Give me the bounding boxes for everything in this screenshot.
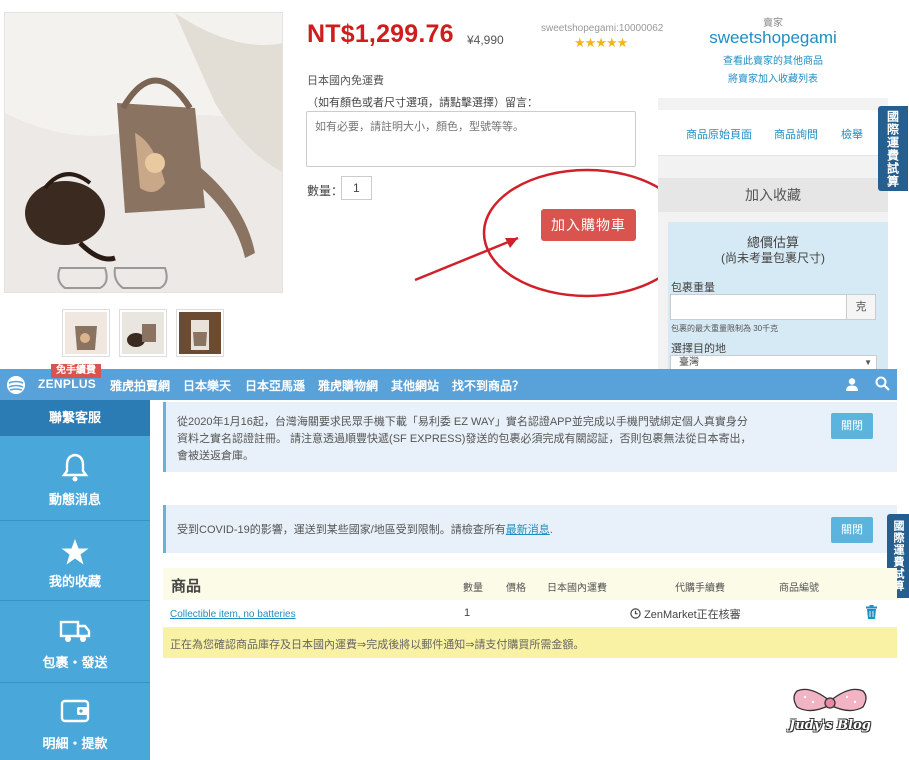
cart-item-link[interactable]: Collectible item, no batteries	[170, 609, 296, 620]
quantity-input[interactable]: 1	[341, 176, 372, 200]
quantity-label: 數量：	[307, 184, 344, 198]
sidebar-item-packages[interactable]: 包裹・發送	[0, 652, 150, 671]
clock-icon	[630, 608, 641, 619]
annotation-arrow-line	[414, 236, 519, 282]
product-thumbnail-1[interactable]	[62, 309, 110, 357]
nav-yahoo-shopping[interactable]: 雅虎購物網	[318, 377, 378, 394]
column-item-number: 商品編號	[779, 583, 819, 594]
comment-label: （如有顏色或者尺寸選項，請點擊選擇）留言：	[307, 97, 538, 109]
cart-item-status-text: ZenMarket正在核審	[644, 609, 741, 621]
comment-textarea[interactable]	[306, 111, 636, 167]
no-fee-badge: 免手續費	[51, 364, 101, 378]
trash-icon[interactable]	[865, 605, 878, 619]
star-icon	[61, 539, 89, 565]
column-quantity: 數量	[463, 583, 483, 594]
weight-unit: 克	[846, 294, 876, 320]
product-photo-image	[5, 13, 282, 292]
notice-covid-prefix: 受到COVID-19的影響，運送到某些國家/地區受到限制。請檢查所有	[177, 524, 506, 536]
thumbnail-image	[179, 312, 221, 354]
sidebar-item-news[interactable]: 動態消息	[0, 489, 150, 508]
sidebar-item-favorites[interactable]: 我的收藏	[0, 571, 150, 590]
product-thumbnail-3[interactable]	[176, 309, 224, 357]
sidebar-divider	[0, 682, 150, 683]
sidebar-divider	[0, 520, 150, 521]
chevron-down-icon: ▼	[864, 358, 872, 367]
cart-item-status: ZenMarket正在核審	[630, 606, 741, 622]
seller-rating-stars: ★★★★★	[574, 35, 628, 50]
price-main: NT$1,299.76	[307, 20, 454, 48]
price-yen: ¥4,990	[467, 33, 504, 47]
search-icon[interactable]	[875, 376, 890, 391]
seller-add-favorite-link[interactable]: 將賣家加入收藏列表	[700, 70, 846, 85]
zenplus-logo-icon[interactable]	[7, 376, 25, 394]
notice-ezway-text: 從2020年1月16起，台灣海關要求民眾手機下載「易利委 EZ WAY」實名認證…	[177, 416, 752, 462]
seller-name-link[interactable]: sweetshopegami	[700, 28, 846, 48]
column-product: 商品	[171, 578, 202, 595]
tab-product-inquiry[interactable]: 商品詢問	[774, 126, 818, 142]
blog-watermark-text: Judy's Blog	[789, 718, 871, 733]
cart-item-quantity: 1	[464, 607, 471, 619]
sidebar-item-statements[interactable]: 明細・提款	[0, 733, 150, 752]
nav-cant-find-item[interactable]: 找不到商品？	[452, 377, 524, 394]
user-icon[interactable]	[845, 377, 859, 391]
annotation-arrow-head	[505, 238, 518, 248]
bell-icon	[61, 453, 89, 482]
destination-label: 選擇目的地	[671, 343, 726, 355]
notice-covid-close-button[interactable]: 關閉	[831, 517, 873, 543]
wallet-icon	[60, 699, 90, 723]
notice-ezway-close-button[interactable]: 關閉	[831, 413, 873, 439]
sidebar-contact-support[interactable]: 聯繫客服	[0, 400, 150, 436]
column-service-fee: 代購手續費	[675, 583, 725, 594]
truck-icon	[59, 620, 91, 642]
seller-other-items-link[interactable]: 查看此賣家的其他商品	[700, 52, 846, 67]
thumbnail-image	[122, 312, 164, 354]
nav-rakuten[interactable]: 日本樂天	[183, 377, 231, 394]
shipping-calculator-side-tab[interactable]: 國際運費試算	[878, 106, 908, 191]
add-to-cart-button[interactable]: 加入購物車	[541, 209, 636, 241]
tab-original-page[interactable]: 商品原始頁面	[686, 126, 752, 142]
zenplus-logo-text[interactable]: ZENPLUS	[38, 377, 96, 391]
weight-label: 包裹重量	[671, 282, 715, 294]
nav-yahoo-auction[interactable]: 雅虎拍賣網	[110, 377, 170, 394]
estimate-subtitle: (尚未考量包裹尺寸)	[721, 251, 825, 265]
destination-value: 臺灣	[679, 357, 699, 368]
thumbnail-image	[65, 312, 107, 354]
product-main-photo[interactable]	[4, 12, 283, 293]
nav-other-sites[interactable]: 其他網站	[391, 377, 439, 394]
sidebar-divider	[0, 600, 150, 601]
notice-covid-suffix: .	[549, 524, 553, 536]
add-favorite-button[interactable]: 加入收藏	[658, 178, 888, 212]
latest-news-link[interactable]: 最新消息	[506, 524, 550, 536]
weight-limit-note: 包裹的最大重量限制為 30千克	[671, 324, 779, 333]
column-domestic-shipping: 日本國內運費	[547, 583, 607, 594]
cart-status-note-text: 正在為您確認商品庫存及日本國內運費⇒完成後將以郵件通知⇒請支付購買所需金額。	[170, 639, 585, 651]
domestic-shipping-note: 日本國內免運費	[307, 75, 384, 87]
side-tab-label: 國際運費試算	[885, 109, 900, 188]
column-price: 價格	[506, 583, 526, 594]
product-thumbnail-2[interactable]	[119, 309, 167, 357]
seller-rating-id[interactable]: sweetshopegami:10000062	[541, 23, 663, 34]
weight-input[interactable]	[670, 294, 847, 320]
blog-bow-logo	[793, 688, 867, 712]
notice-covid-text: 受到COVID-19的影響，運送到某些國家/地區受到限制。請檢查所有最新消息.	[177, 521, 553, 537]
seller-role-label: 賣家	[763, 18, 783, 29]
tab-report[interactable]: 檢舉	[841, 126, 863, 142]
nav-amazon-japan[interactable]: 日本亞馬遜	[245, 377, 305, 394]
